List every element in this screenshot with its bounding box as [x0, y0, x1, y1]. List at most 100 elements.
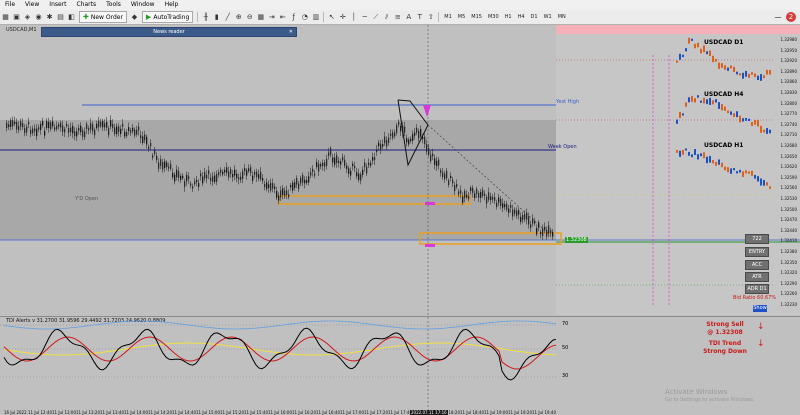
trendline-icon[interactable]: ⟋: [371, 13, 380, 22]
mini-candle: [682, 54, 684, 58]
toolbar: ▦ ▣ ◈ ◉ ✱ ▤ ◧ ✚ New Order ◆ ▶ AutoTrading …: [0, 10, 800, 25]
time-tick: 11 Jul 12:40: [28, 410, 52, 415]
text-icon[interactable]: A: [404, 13, 413, 22]
mini-chart-h4-label: USDCAD H4: [704, 91, 744, 98]
menu-charts[interactable]: Charts: [72, 0, 102, 10]
adr-d1-button[interactable]: ADR D1: [745, 284, 769, 294]
new-chart-icon[interactable]: ▦: [1, 13, 10, 22]
metaeditor-icon[interactable]: ◆: [130, 13, 139, 22]
menu-help[interactable]: Help: [160, 0, 184, 10]
indicator-window[interactable]: TDI Alerts v 31.2700 31.9596 29.4492 31.…: [0, 316, 800, 410]
autotrading-button[interactable]: ▶ AutoTrading: [141, 11, 194, 23]
autoscroll-icon[interactable]: ⇥: [267, 13, 276, 22]
indicators-icon[interactable]: ƒ: [289, 13, 298, 22]
mini-candle: [703, 97, 705, 104]
line-chart-icon[interactable]: ╱: [223, 13, 232, 22]
mini-candle: [700, 48, 702, 54]
menu-window[interactable]: Window: [126, 0, 160, 10]
mini-candle: [751, 72, 753, 75]
mini-candle: [739, 115, 741, 123]
time-tick: 11 Jul 13:20: [76, 410, 100, 415]
tf-mn[interactable]: MN: [555, 14, 569, 20]
price-tick: 1.32380: [780, 249, 797, 254]
tf-m1[interactable]: M1: [441, 14, 455, 20]
new-order-button[interactable]: ✚ New Order: [79, 11, 127, 23]
minimize-icon[interactable]: —: [773, 12, 783, 22]
mini-candle: [757, 75, 759, 81]
tf-m15[interactable]: M15: [468, 14, 485, 20]
zoom-in-icon[interactable]: ⊕: [234, 13, 243, 22]
mini-candle: [757, 176, 759, 182]
tdi-trend-state: Strong Down: [703, 348, 747, 355]
notification-badge[interactable]: 2: [786, 12, 796, 22]
bar-chart-icon[interactable]: ╫: [201, 13, 210, 22]
mini-candle: [676, 60, 678, 63]
crosshair-icon[interactable]: ✛: [338, 13, 347, 22]
channel-icon[interactable]: ⫽: [382, 13, 391, 22]
show-button[interactable]: Show: [753, 305, 767, 312]
play-icon: ▶: [145, 13, 152, 21]
templates-icon[interactable]: ▥: [311, 13, 320, 22]
mini-candle: [748, 73, 750, 78]
time-tick: 11 Jul 15:20: [220, 410, 244, 415]
mini-candle: [766, 128, 768, 134]
news-reader-bar[interactable]: News reader ✕: [41, 27, 297, 37]
menu-view[interactable]: View: [20, 0, 44, 10]
menu-insert[interactable]: Insert: [44, 0, 71, 10]
profiles-icon[interactable]: ▣: [12, 13, 21, 22]
label-icon[interactable]: T: [415, 13, 424, 22]
atr-button[interactable]: ATR: [745, 272, 769, 282]
menu-tools[interactable]: Tools: [101, 0, 126, 10]
price-tick: 1.32590: [780, 174, 797, 180]
watermark-sub: Go to Settings to activate Windows.: [665, 397, 755, 403]
close-icon[interactable]: ✕: [289, 28, 293, 36]
market-watch-icon[interactable]: ◈: [23, 13, 32, 22]
zoom-out-icon[interactable]: ⊖: [245, 13, 254, 22]
time-tick: 11 Jul 17:00: [340, 410, 364, 415]
entry-button[interactable]: ENTRY: [745, 247, 769, 257]
menu-file[interactable]: File: [0, 0, 20, 10]
cursor-icon[interactable]: ↖: [327, 13, 336, 22]
mini-candle: [763, 180, 765, 186]
price-tick: 1.32440: [780, 227, 797, 233]
time-tick: 11 Jul 19:40: [532, 410, 556, 415]
strategy-tester-icon[interactable]: ◧: [67, 13, 76, 22]
mini-candle: [676, 119, 678, 124]
mini-candle: [736, 111, 738, 118]
acc-button[interactable]: ACC: [745, 260, 769, 270]
main-chart[interactable]: News reader ✕ USDCAD,M1 Yest High Week Op…: [0, 25, 800, 315]
tf-m30[interactable]: M30: [485, 14, 502, 20]
time-tick: 11 Jul 18:40: [460, 410, 484, 415]
tf-d1[interactable]: D1: [528, 14, 541, 20]
mini-candle: [688, 97, 690, 103]
periods-icon[interactable]: ◔: [300, 13, 309, 22]
data-window-icon[interactable]: ◉: [34, 13, 43, 22]
price-tick: 1.32500: [780, 206, 797, 212]
candle-chart-icon[interactable]: ▮: [212, 13, 221, 22]
tf-m5[interactable]: M5: [455, 14, 469, 20]
tf-h1[interactable]: H1: [502, 14, 515, 20]
navigator-icon[interactable]: ✱: [45, 13, 54, 22]
tf-w1[interactable]: W1: [541, 14, 555, 20]
arrows-icon[interactable]: ⇧: [426, 13, 435, 22]
terminal-icon[interactable]: ▤: [56, 13, 65, 22]
btn-722[interactable]: 722: [745, 234, 769, 244]
tf-h4[interactable]: H4: [515, 14, 528, 20]
horizontal-line-icon[interactable]: ─: [360, 13, 369, 22]
chart-area[interactable]: News reader ✕ USDCAD,M1 Yest High Week Op…: [0, 25, 800, 415]
fibo-icon[interactable]: ≡: [393, 13, 402, 22]
mini-candle: [763, 75, 765, 79]
time-tick: 11 Jul 19:00: [484, 410, 508, 415]
tile-icon[interactable]: ▦: [256, 13, 265, 22]
mini-candle: [679, 53, 681, 60]
price-tick: 1.32530: [780, 196, 797, 201]
mini-candle: [676, 149, 678, 153]
chart-shift-icon[interactable]: ⇤: [278, 13, 287, 22]
mini-candle: [733, 113, 735, 118]
vertical-line-icon[interactable]: │: [349, 13, 358, 22]
tdi-band-line: [3, 320, 557, 330]
price-tick: 1.32710: [780, 132, 797, 138]
price-chart-svg[interactable]: [0, 25, 800, 315]
price-tick: 1.32620: [780, 164, 797, 170]
mini-candle: [715, 161, 717, 166]
